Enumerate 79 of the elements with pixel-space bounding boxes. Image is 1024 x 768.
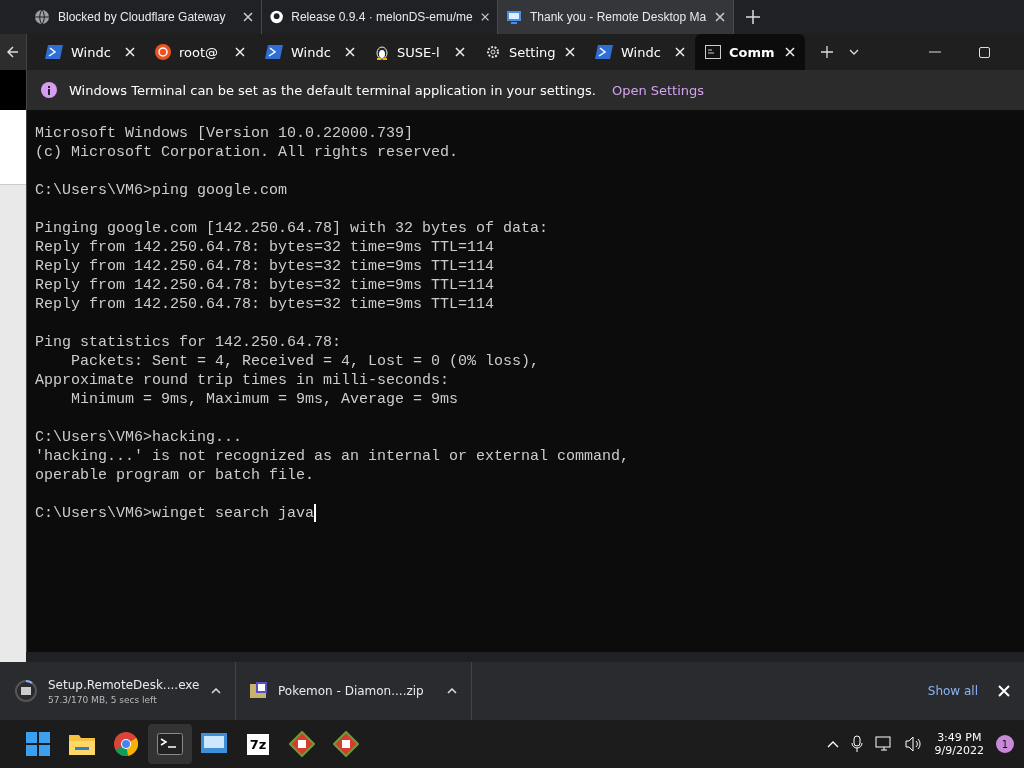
back-arrow-icon[interactable] (7, 46, 19, 58)
console-line: Reply from 142.250.64.78: bytes=32 time=9ms TTL=114 (35, 295, 495, 314)
diamond-game-icon (289, 731, 315, 757)
clock[interactable]: 3:49 PM 9/9/2022 (934, 731, 984, 757)
microphone-icon[interactable] (850, 735, 863, 753)
clock-date: 9/9/2022 (934, 744, 984, 757)
tab-label: Windc (291, 44, 332, 60)
terminal-tab[interactable]: Comm (695, 34, 805, 70)
chrome-icon (114, 732, 138, 756)
plus-icon[interactable] (746, 10, 760, 24)
console-line: Reply from 142.250.64.78: bytes=32 time=9ms TTL=114 (35, 257, 495, 276)
console-line: (c) Microsoft Corporation. All rights reserved. (35, 143, 459, 162)
download-progress-icon (14, 679, 38, 703)
close-icon[interactable] (480, 12, 489, 22)
clock-time: 3:49 PM (937, 731, 982, 744)
download-status: 57.3/170 MB, 5 secs left (48, 694, 158, 705)
console-line: Microsoft Windows [Version 10.0.22000.739] (35, 124, 414, 143)
taskbar-app[interactable]: 7z (236, 724, 280, 764)
notification-badge[interactable]: 1 (996, 735, 1014, 753)
chevron-down-icon[interactable] (849, 49, 859, 55)
tab-title: Thank you - Remote Desktop Ma (530, 10, 707, 24)
console-line: Ping statistics for 142.250.64.78: (35, 333, 342, 352)
terminal-tab[interactable]: Windc (585, 34, 695, 70)
prompt-icon (45, 45, 63, 59)
console-line: 'hacking...' is not recognized as an internal or external command, (35, 447, 630, 466)
ubuntu-icon (155, 44, 171, 60)
tab-label: SUSE-l (397, 44, 441, 60)
browser-tab[interactable]: Thank you - Remote Desktop Ma (498, 0, 734, 34)
chevron-up-icon[interactable] (211, 688, 221, 694)
folder-icon (69, 733, 95, 755)
windows-logo-icon (26, 732, 50, 756)
speaker-icon[interactable] (904, 736, 923, 752)
terminal-tab[interactable]: root@ (145, 34, 255, 70)
console-line: C:\Users\VM6>ping google.com (35, 181, 288, 200)
prompt-icon (595, 45, 613, 59)
terminal-tab[interactable]: SUSE-l (365, 34, 475, 70)
console-line: Reply from 142.250.64.78: bytes=32 time=9ms TTL=114 (35, 276, 495, 295)
terminal-tab[interactable]: Windc (35, 34, 145, 70)
tab-label: root@ (179, 44, 220, 60)
open-settings-link[interactable]: Open Settings (611, 82, 705, 98)
console-line: C:\Users\VM6>hacking... (35, 428, 243, 447)
console-line: Pinging google.com [142.250.64.78] with 32 bytes of data: (35, 219, 549, 238)
prompt-icon (265, 45, 283, 59)
tab-title: Blocked by Cloudflare Gateway (58, 10, 227, 24)
tab-title: Release 0.9.4 · melonDS-emu/me (291, 10, 473, 24)
monitor-icon (506, 9, 522, 25)
download-filename: Setup.RemoteDesk....exe (48, 677, 201, 692)
settings-icon (485, 44, 501, 60)
globe-icon (34, 9, 50, 25)
tab-label: Setting (509, 44, 557, 60)
close-icon[interactable] (243, 12, 253, 22)
console-line: Reply from 142.250.64.78: bytes=32 time=9ms TTL=114 (35, 238, 495, 257)
close-icon[interactable] (715, 12, 725, 22)
maximize-icon[interactable] (979, 46, 990, 58)
terminal-tab[interactable]: Setting (475, 34, 585, 70)
terminal-tab[interactable]: Windc (255, 34, 365, 70)
tab-label: Comm (729, 44, 776, 60)
console-line: Approximate round trip times in milli-seconds: (35, 371, 450, 390)
console-line: Packets: Sent = 4, Received = 4, Lost = 0 (0% loss), (70, 352, 540, 371)
chevron-up-icon[interactable] (447, 688, 457, 694)
show-all-button[interactable]: Show all (917, 678, 988, 704)
info-message: Windows Terminal can be set as the default terminal application in your settings. (69, 82, 596, 98)
tab-label: Windc (621, 44, 662, 60)
console-line: operable program or batch file. (35, 466, 315, 485)
console-line: C:\Users\VM6>winget search java (35, 504, 315, 523)
sevenzip-logo: 7z (246, 733, 270, 755)
console-icon (705, 45, 721, 59)
diamond-game-icon (333, 731, 359, 757)
terminal-icon (157, 733, 183, 755)
info-icon (41, 82, 57, 98)
plus-icon[interactable] (821, 46, 833, 58)
archive-icon (250, 682, 268, 700)
network-icon[interactable] (874, 736, 893, 752)
penguin-icon (375, 44, 389, 60)
text-cursor (314, 504, 317, 522)
monitor-icon (201, 733, 227, 755)
console-line: Minimum = 9ms, Maximum = 9ms, Average = 9ms (70, 390, 459, 409)
tab-label: Windc (71, 44, 112, 60)
download-filename: Pokemon - Diamon....zip (278, 684, 425, 698)
